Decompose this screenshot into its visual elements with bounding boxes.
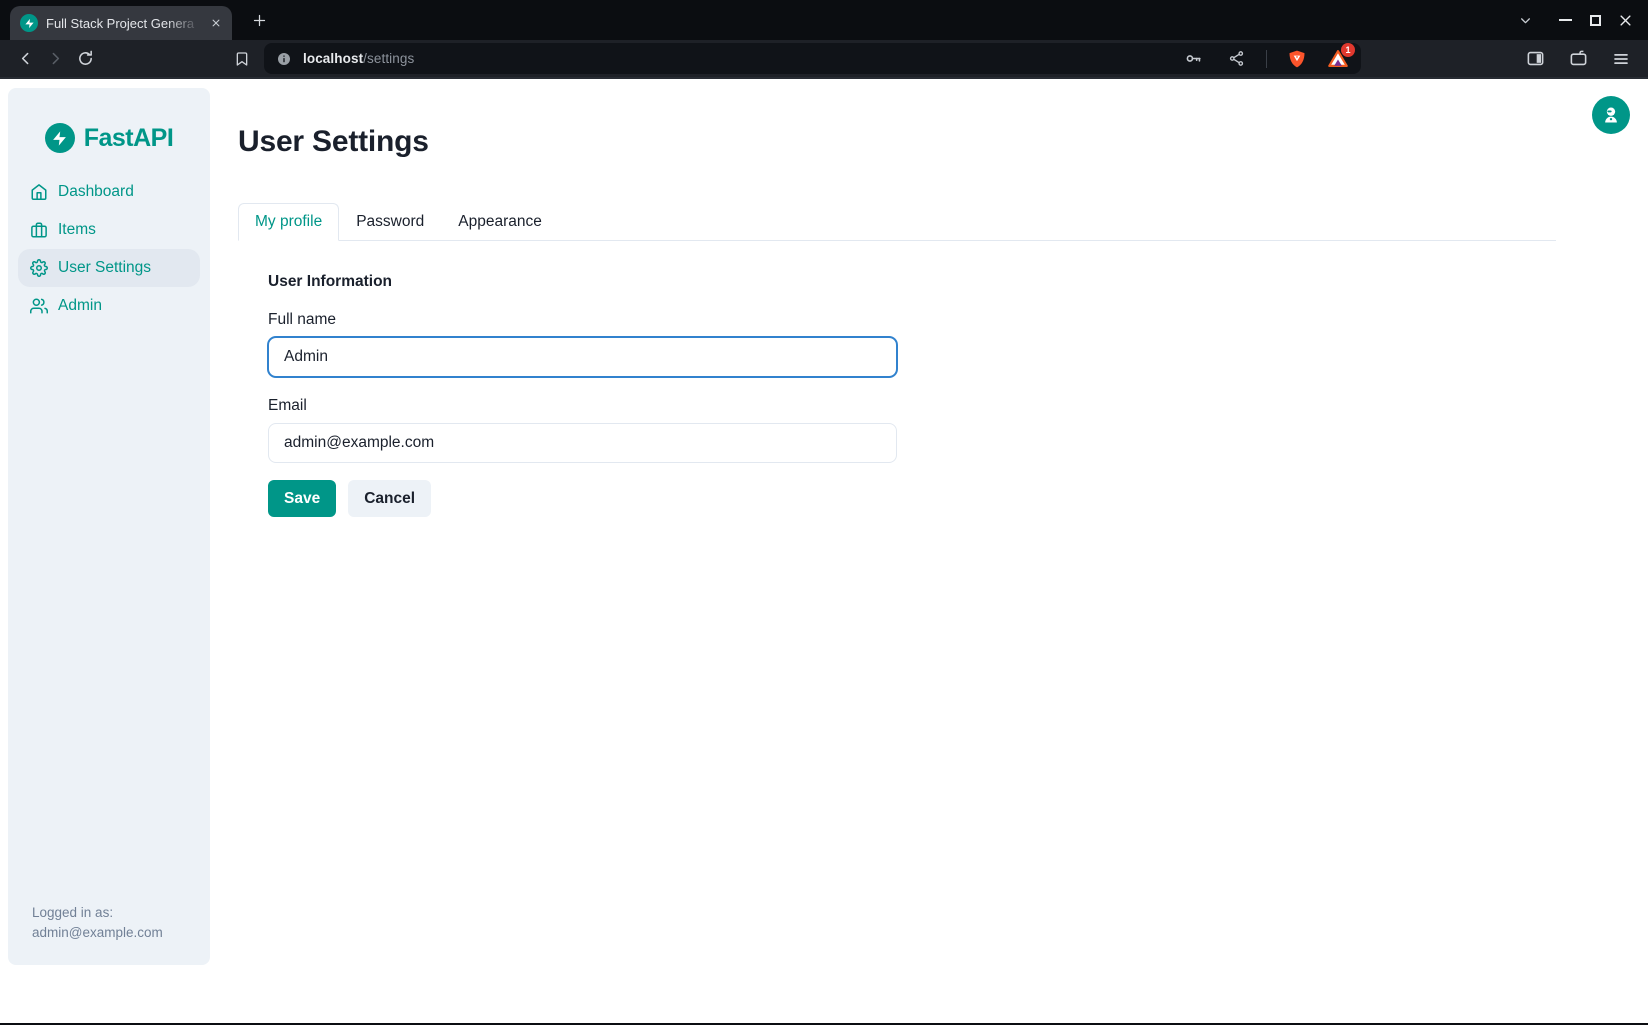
wallet-icon[interactable] bbox=[1565, 46, 1591, 72]
browser-toolbar: localhost/settings 1 bbox=[0, 40, 1648, 79]
browser-window: Full Stack Project Genera bbox=[0, 0, 1648, 1025]
sidebar-nav: Dashboard Items User Settings bbox=[8, 173, 210, 325]
tab-close-icon[interactable] bbox=[206, 13, 226, 33]
page-title: User Settings bbox=[238, 125, 1556, 159]
tab-appearance[interactable]: Appearance bbox=[441, 203, 559, 241]
url-text: localhost/settings bbox=[303, 51, 414, 66]
save-button[interactable]: Save bbox=[268, 480, 336, 517]
full-name-input[interactable] bbox=[268, 337, 897, 377]
logged-in-label: Logged in as: bbox=[32, 903, 163, 923]
new-tab-button[interactable] bbox=[245, 6, 273, 34]
sidebar-item-items[interactable]: Items bbox=[18, 211, 200, 249]
fastapi-logo-icon bbox=[45, 123, 75, 153]
share-icon[interactable] bbox=[1223, 46, 1249, 72]
tab-search-chevron-icon[interactable] bbox=[1510, 5, 1540, 35]
sidebar-toggle-icon[interactable] bbox=[1522, 46, 1548, 72]
tab-title: Full Stack Project Genera bbox=[46, 16, 206, 31]
sidebar-item-dashboard[interactable]: Dashboard bbox=[18, 173, 200, 211]
section-title: User Information bbox=[268, 273, 1556, 291]
cancel-button[interactable]: Cancel bbox=[348, 480, 431, 517]
divider bbox=[1266, 50, 1267, 68]
main-content: User Settings My profile Password Appear… bbox=[238, 79, 1556, 517]
form-actions: Save Cancel bbox=[268, 480, 1556, 517]
rewards-notification-badge: 1 bbox=[1341, 43, 1355, 57]
my-profile-panel: User Information Full name Email Save Ca… bbox=[268, 273, 1556, 517]
maximize-button[interactable] bbox=[1580, 5, 1610, 35]
sidebar-item-label: User Settings bbox=[58, 259, 151, 277]
sidebar-item-user-settings[interactable]: User Settings bbox=[18, 249, 200, 287]
address-bar[interactable]: localhost/settings 1 bbox=[264, 43, 1361, 74]
tab-strip: Full Stack Project Genera bbox=[0, 0, 1648, 40]
tab-my-profile[interactable]: My profile bbox=[238, 203, 339, 241]
app-page: FastAPI Dashboard Items bbox=[0, 79, 1648, 1023]
sidebar: FastAPI Dashboard Items bbox=[8, 88, 210, 965]
brave-shield-icon[interactable] bbox=[1284, 46, 1310, 72]
logged-in-as: Logged in as: admin@example.com bbox=[32, 903, 163, 943]
url-host: localhost bbox=[303, 51, 363, 66]
logged-in-email: admin@example.com bbox=[32, 923, 163, 943]
bookmark-icon[interactable] bbox=[228, 45, 256, 73]
fastapi-logo-text: FastAPI bbox=[84, 124, 174, 153]
email-label: Email bbox=[268, 397, 1556, 415]
site-info-icon[interactable] bbox=[276, 51, 292, 67]
full-name-label: Full name bbox=[268, 311, 1556, 329]
email-input[interactable] bbox=[268, 423, 897, 463]
gear-icon bbox=[30, 259, 48, 277]
brave-rewards-icon[interactable]: 1 bbox=[1327, 48, 1349, 70]
fastapi-favicon-icon bbox=[20, 14, 38, 32]
forward-button[interactable] bbox=[40, 44, 70, 74]
sidebar-item-label: Admin bbox=[58, 297, 102, 315]
home-icon bbox=[30, 183, 48, 201]
sidebar-item-label: Items bbox=[58, 221, 96, 239]
user-menu-button[interactable] bbox=[1592, 96, 1630, 134]
key-icon[interactable] bbox=[1180, 46, 1206, 72]
reload-button[interactable] bbox=[70, 44, 100, 74]
window-controls bbox=[1510, 0, 1640, 40]
sidebar-item-label: Dashboard bbox=[58, 183, 134, 201]
menu-icon[interactable] bbox=[1608, 46, 1634, 72]
settings-tabs: My profile Password Appearance bbox=[238, 203, 1556, 241]
sidebar-item-admin[interactable]: Admin bbox=[18, 287, 200, 325]
url-path: /settings bbox=[363, 51, 414, 66]
user-avatar-icon bbox=[1601, 105, 1621, 125]
tab-password[interactable]: Password bbox=[339, 203, 441, 241]
users-icon bbox=[30, 297, 48, 315]
minimize-button[interactable] bbox=[1550, 5, 1580, 35]
briefcase-icon bbox=[30, 221, 48, 239]
close-window-button[interactable] bbox=[1610, 5, 1640, 35]
fastapi-logo[interactable]: FastAPI bbox=[8, 88, 210, 153]
back-button[interactable] bbox=[10, 44, 40, 74]
browser-tab[interactable]: Full Stack Project Genera bbox=[10, 6, 232, 40]
